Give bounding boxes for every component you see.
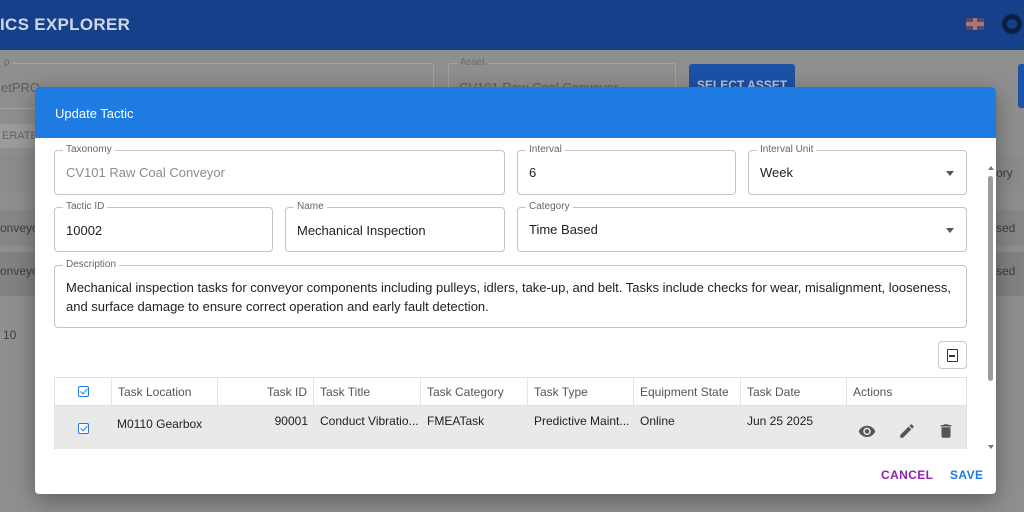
description-label: Description xyxy=(63,259,120,271)
table-header: Task Location Task ID Task Title Task Ca… xyxy=(55,378,966,406)
app-bar: ICS EXPLORER xyxy=(0,0,1024,50)
column-header[interactable]: Task Category xyxy=(421,378,528,406)
column-header[interactable]: Equipment State xyxy=(634,378,741,406)
generate-button[interactable]: ERATE xyxy=(0,124,40,148)
interval-unit-value: Week xyxy=(760,165,793,180)
dialog-title: Update Tactic xyxy=(55,106,134,121)
column-header[interactable]: Task ID xyxy=(218,378,314,406)
column-header: Actions xyxy=(853,385,893,399)
dialog-header: Update Tactic xyxy=(35,87,996,138)
category-label: Category xyxy=(526,201,573,213)
flag-icon[interactable] xyxy=(966,18,984,30)
equipment-state-cell: Online xyxy=(640,414,675,428)
dialog-scrollbar[interactable] xyxy=(985,138,996,449)
table-row[interactable]: M0110 Gearbox 90001 Conduct Vibratio... … xyxy=(55,406,966,449)
name-field[interactable]: Name Mechanical Inspection xyxy=(285,201,505,252)
background-row-text: onveyo xyxy=(0,264,39,278)
name-value: Mechanical Inspection xyxy=(297,223,426,238)
category-value: Time Based xyxy=(529,222,598,237)
column-header[interactable]: Task Type xyxy=(528,378,634,406)
settings-icon[interactable] xyxy=(1002,14,1022,34)
task-title-cell: Conduct Vibratio... xyxy=(320,414,419,428)
background-select-label: p xyxy=(1,57,13,68)
description-field[interactable]: Description Mechanical inspection tasks … xyxy=(54,259,967,328)
delete-icon[interactable] xyxy=(936,422,956,440)
tactic-id-value: 10002 xyxy=(66,223,103,238)
interval-field[interactable]: Interval 6 xyxy=(517,144,736,195)
dropdown-caret-icon[interactable] xyxy=(946,171,954,176)
category-select[interactable]: Category Time Based xyxy=(517,201,967,252)
name-label: Name xyxy=(294,201,327,213)
update-tactic-dialog: Update Tactic Taxonomy CV101 Raw Coal Co… xyxy=(35,87,996,494)
interval-label: Interval xyxy=(526,144,565,156)
dialog-body: Taxonomy CV101 Raw Coal Conveyor Interva… xyxy=(35,138,996,449)
task-id-cell: 90001 xyxy=(274,414,308,428)
row-checkbox[interactable] xyxy=(78,423,89,434)
interval-unit-label: Interval Unit xyxy=(757,144,817,156)
interval-unit-select[interactable]: Interval Unit Week xyxy=(748,144,967,195)
view-icon[interactable] xyxy=(857,422,877,440)
background-pager-text: 10 xyxy=(3,328,17,342)
export-button[interactable] xyxy=(938,341,967,369)
tactic-id-label: Tactic ID xyxy=(63,201,108,213)
interval-value: 6 xyxy=(529,165,537,180)
cancel-button[interactable]: CANCEL xyxy=(881,468,933,482)
column-header[interactable]: Task Date xyxy=(741,378,847,406)
task-date-cell: Jun 25 2025 xyxy=(747,414,814,428)
dropdown-caret-icon[interactable] xyxy=(946,228,954,233)
background-row-text: sed xyxy=(996,221,1016,235)
edit-icon[interactable] xyxy=(897,422,917,440)
column-header[interactable]: Task Location xyxy=(112,378,218,406)
task-type-cell: Predictive Maint... xyxy=(534,414,630,428)
scroll-up-icon[interactable] xyxy=(988,166,994,170)
right-edge-button[interactable] xyxy=(1018,64,1024,108)
task-location-cell: M0110 Gearbox xyxy=(117,417,203,431)
description-value: Mechanical inspection tasks for conveyor… xyxy=(66,280,951,314)
select-all-header[interactable] xyxy=(55,378,112,406)
asset-field-label: Asset xyxy=(457,57,489,68)
select-all-checkbox[interactable] xyxy=(78,386,89,397)
tactic-id-field[interactable]: Tactic ID 10002 xyxy=(54,201,273,252)
background-row-text: onveyo xyxy=(0,221,39,235)
taxonomy-value: CV101 Raw Coal Conveyor xyxy=(66,165,225,180)
export-icon xyxy=(947,349,958,362)
background-column-text: ory xyxy=(996,166,1013,180)
taxonomy-label: Taxonomy xyxy=(63,144,115,156)
dialog-actions: CANCEL SAVE xyxy=(35,449,996,494)
taxonomy-field: Taxonomy CV101 Raw Coal Conveyor xyxy=(54,144,505,195)
app-title: ICS EXPLORER xyxy=(0,15,131,34)
task-category-cell: FMEATask xyxy=(427,414,485,428)
save-button[interactable]: SAVE xyxy=(950,468,983,482)
column-header[interactable]: Task Title xyxy=(314,378,421,406)
tasks-table: Task Location Task ID Task Title Task Ca… xyxy=(54,377,967,449)
scrollbar-thumb[interactable] xyxy=(988,176,993,381)
background-row-text: sed xyxy=(996,264,1016,278)
